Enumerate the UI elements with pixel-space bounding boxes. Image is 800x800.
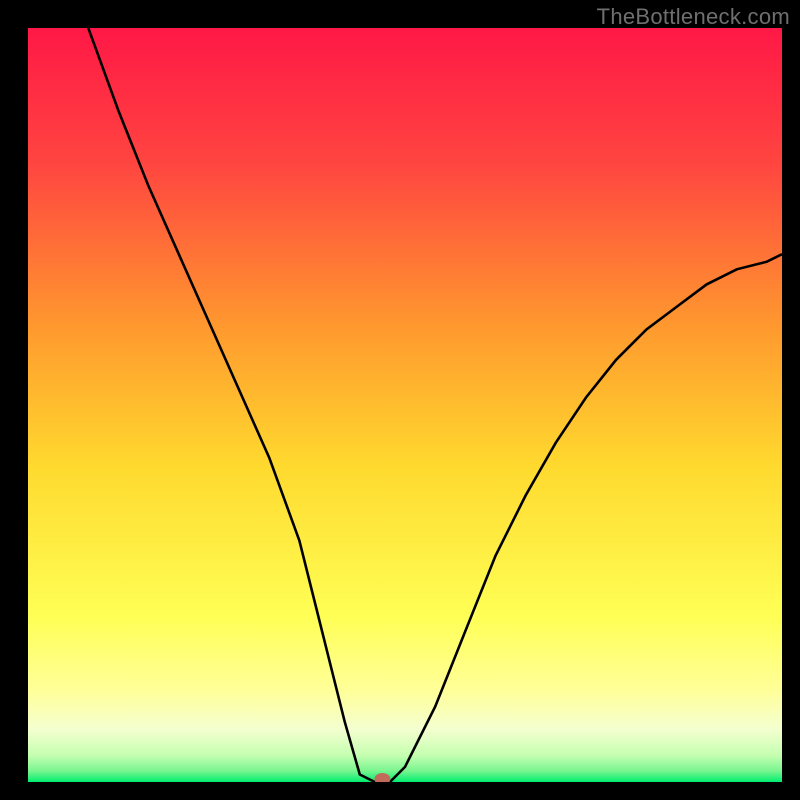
chart-frame: TheBottleneck.com [0,0,800,800]
gradient-background [28,28,782,782]
bottleneck-chart [28,28,782,782]
watermark-text: TheBottleneck.com [597,4,790,30]
